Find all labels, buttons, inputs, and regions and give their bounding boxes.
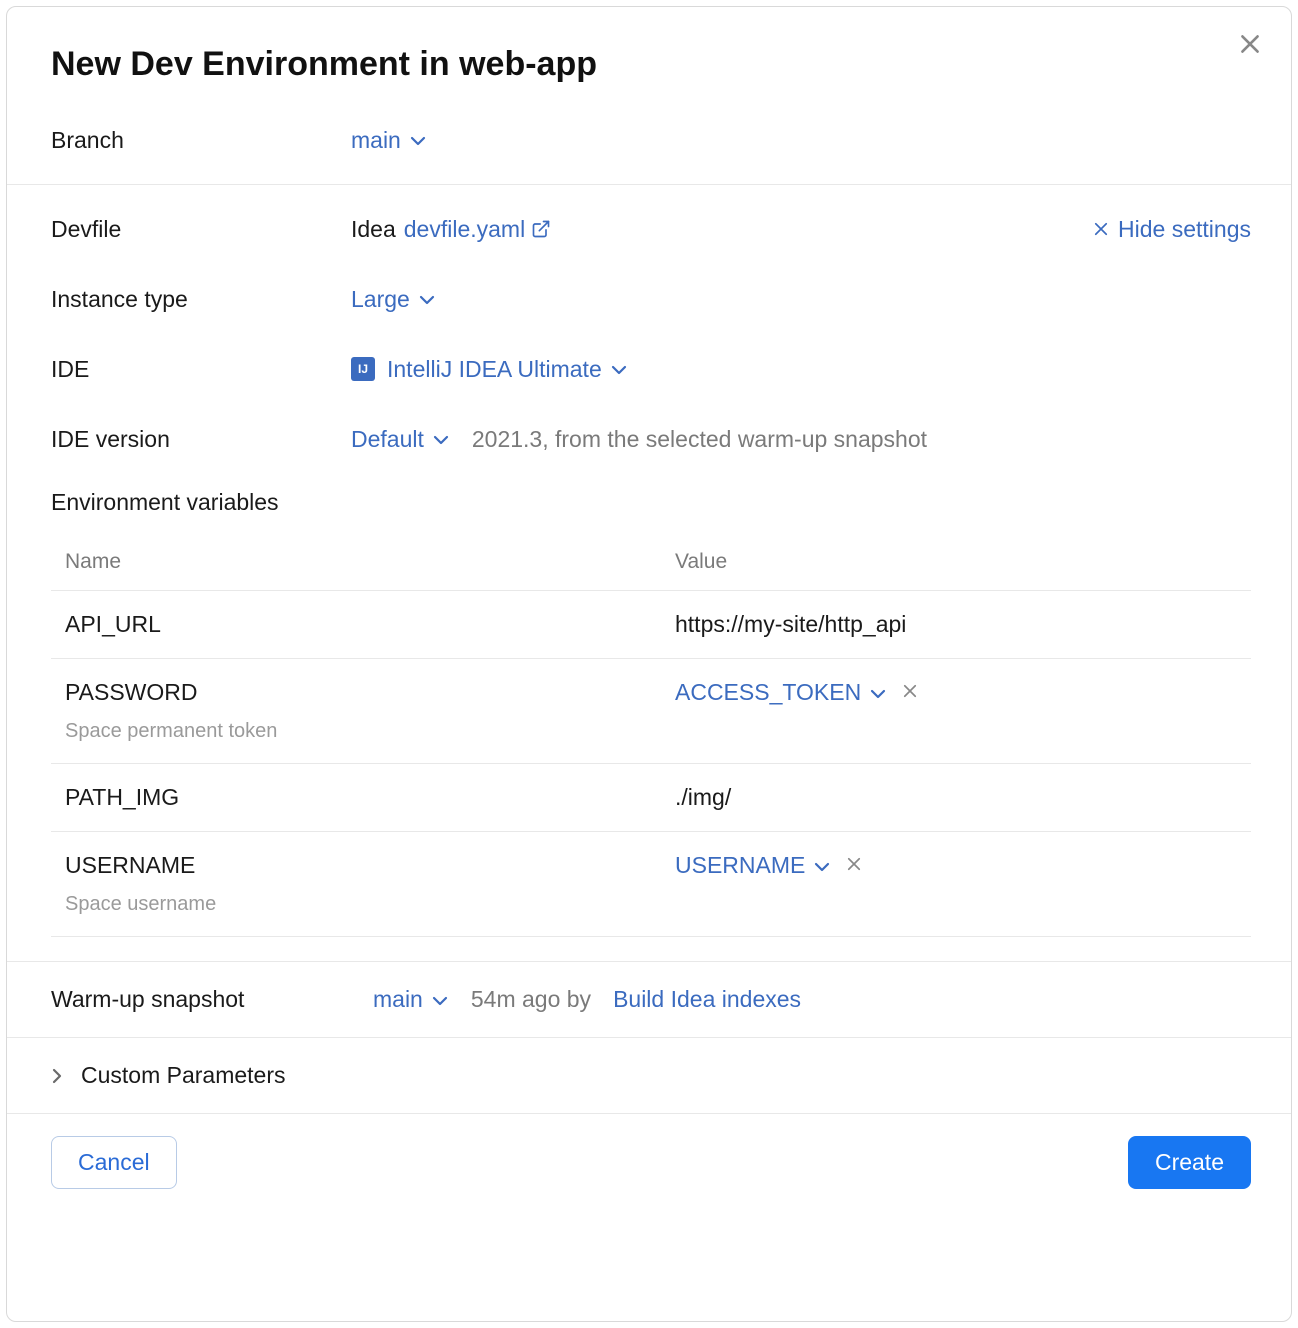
branch-label: Branch bbox=[51, 127, 351, 154]
env-vars-table: Name Value API_URLhttps://my-site/http_a… bbox=[51, 536, 1251, 937]
dialog-footer: Cancel Create bbox=[7, 1113, 1291, 1215]
new-dev-env-dialog: New Dev Environment in web-app Branch ma… bbox=[6, 6, 1292, 1322]
header-section: New Dev Environment in web-app Branch ma… bbox=[7, 7, 1291, 184]
env-row: USERNAMESpace usernameUSERNAME bbox=[51, 832, 1251, 937]
instance-type-label: Instance type bbox=[51, 286, 351, 313]
custom-params-section: Custom Parameters bbox=[7, 1037, 1291, 1113]
snapshot-section: Warm-up snapshot main 54m ago by Build I… bbox=[7, 961, 1291, 1037]
ide-label: IDE bbox=[51, 356, 351, 383]
hide-settings-label: Hide settings bbox=[1118, 216, 1251, 243]
env-var-value: USERNAME bbox=[675, 852, 805, 879]
env-var-value: ACCESS_TOKEN bbox=[675, 679, 861, 706]
devfile-link[interactable]: devfile.yaml bbox=[404, 216, 551, 243]
chevron-down-icon bbox=[610, 363, 628, 375]
ide-dropdown[interactable]: IJ IntelliJ IDEA Ultimate bbox=[351, 356, 628, 383]
ide-version-dropdown[interactable]: Default bbox=[351, 426, 450, 453]
snapshot-branch: main bbox=[373, 986, 423, 1013]
ide-value: IntelliJ IDEA Ultimate bbox=[387, 356, 602, 383]
external-link-icon bbox=[531, 219, 551, 239]
devfile-filename: devfile.yaml bbox=[404, 216, 525, 243]
env-var-value: https://my-site/http_api bbox=[675, 611, 906, 638]
ide-version-hint: 2021.3, from the selected warm-up snapsh… bbox=[472, 426, 927, 453]
env-var-subtext: Space permanent token bbox=[65, 720, 675, 743]
env-var-value: ./img/ bbox=[675, 784, 731, 811]
snapshot-label: Warm-up snapshot bbox=[51, 986, 351, 1013]
close-icon[interactable] bbox=[1237, 31, 1263, 63]
devfile-prefix: Idea bbox=[351, 216, 396, 243]
env-var-name: API_URL bbox=[65, 611, 675, 638]
create-button[interactable]: Create bbox=[1128, 1136, 1251, 1189]
env-row: API_URLhttps://my-site/http_api bbox=[51, 591, 1251, 659]
snapshot-meta: 54m ago by bbox=[471, 986, 591, 1013]
env-vars-heading: Environment variables bbox=[51, 489, 1251, 516]
settings-section: Devfile Idea devfile.yaml Hide settings bbox=[7, 184, 1291, 961]
custom-params-label: Custom Parameters bbox=[81, 1062, 286, 1089]
branch-value: main bbox=[351, 127, 401, 154]
env-var-name: USERNAME bbox=[65, 852, 675, 879]
env-var-name: PASSWORD bbox=[65, 679, 675, 706]
hide-settings-button[interactable]: Hide settings bbox=[1092, 216, 1251, 243]
intellij-icon: IJ bbox=[351, 357, 375, 381]
devfile-label: Devfile bbox=[51, 216, 351, 243]
env-col-value: Value bbox=[675, 550, 1251, 574]
ide-version-value: Default bbox=[351, 426, 424, 453]
chevron-down-icon bbox=[813, 860, 831, 872]
instance-type-dropdown[interactable]: Large bbox=[351, 286, 436, 313]
env-var-value-dropdown[interactable]: ACCESS_TOKEN bbox=[675, 679, 887, 706]
ide-version-label: IDE version bbox=[51, 426, 351, 453]
env-col-name: Name bbox=[65, 550, 675, 574]
env-row: PASSWORD Space permanent tokenACCESS_TOKE… bbox=[51, 659, 1251, 764]
env-var-subtext: Space username bbox=[65, 893, 675, 916]
chevron-down-icon bbox=[432, 433, 450, 445]
branch-dropdown[interactable]: main bbox=[351, 127, 427, 154]
instance-type-value: Large bbox=[351, 286, 410, 313]
chevron-down-icon bbox=[409, 134, 427, 146]
close-icon bbox=[1092, 220, 1110, 238]
cancel-button[interactable]: Cancel bbox=[51, 1136, 177, 1189]
remove-icon[interactable] bbox=[845, 855, 863, 877]
dialog-title: New Dev Environment in web-app bbox=[51, 45, 1251, 84]
snapshot-job-link[interactable]: Build Idea indexes bbox=[613, 986, 801, 1013]
remove-icon[interactable] bbox=[901, 682, 919, 704]
snapshot-branch-dropdown[interactable]: main bbox=[373, 986, 449, 1013]
chevron-right-icon bbox=[51, 1067, 63, 1085]
chevron-down-icon bbox=[869, 687, 887, 699]
chevron-down-icon bbox=[431, 994, 449, 1006]
chevron-down-icon bbox=[418, 293, 436, 305]
env-row: PATH_IMG./img/ bbox=[51, 764, 1251, 832]
custom-params-toggle[interactable]: Custom Parameters bbox=[51, 1062, 1251, 1089]
env-var-name: PATH_IMG bbox=[65, 784, 675, 811]
env-var-value-dropdown[interactable]: USERNAME bbox=[675, 852, 831, 879]
